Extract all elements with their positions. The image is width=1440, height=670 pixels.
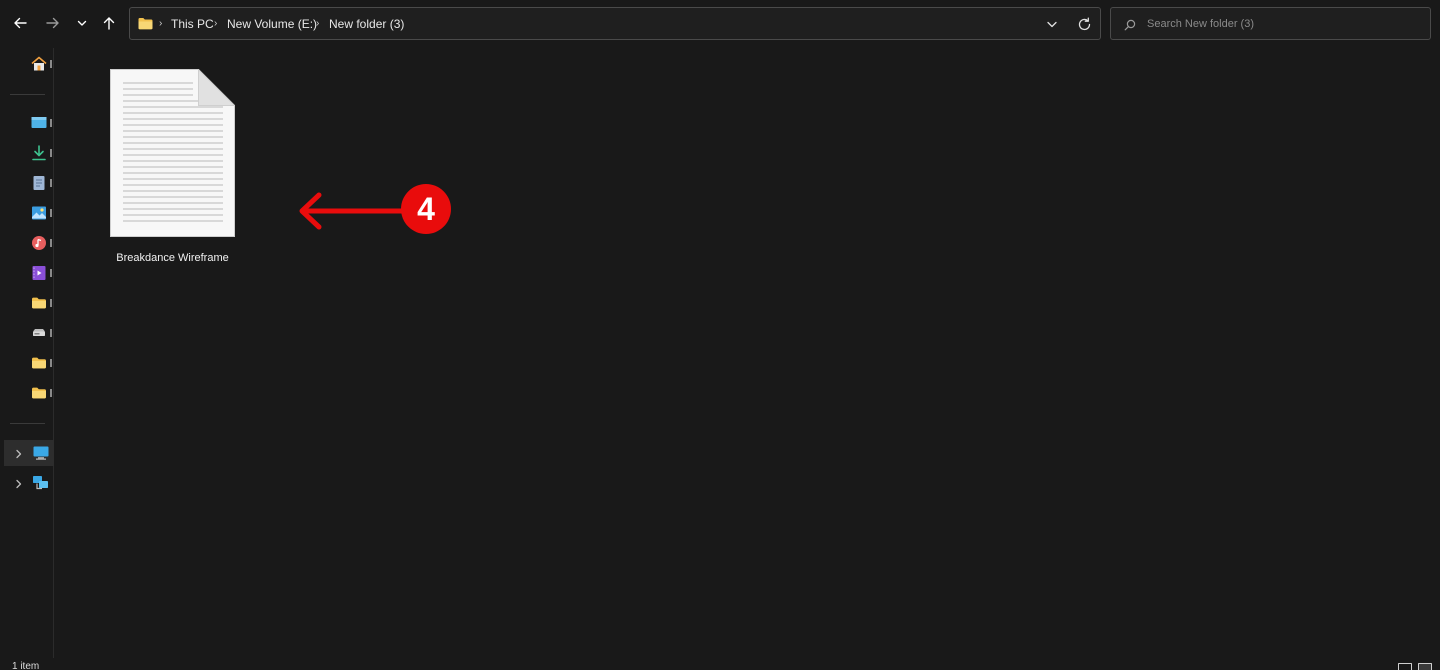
folder-icon [32,387,46,399]
refresh-button[interactable] [1075,15,1093,33]
breadcrumb-new-volume[interactable]: New Volume (E:) [227,17,317,31]
breadcrumb-separator: › [159,18,163,29]
search-icon [1124,18,1136,36]
arrow-left-icon [14,17,27,29]
pictures-icon [32,206,46,220]
address-history-button[interactable] [1044,16,1060,32]
search-input[interactable] [1147,16,1417,32]
sidebar-divider [10,94,45,95]
address-bar[interactable]: › This PC › New Volume (E:) › New folder… [129,7,1101,40]
expand-chevron-icon[interactable] [14,477,24,495]
file-name: Breakdance Wireframe [116,252,229,264]
title-toolbar: › This PC › New Volume (E:) › New folder… [0,0,1440,48]
sidebar-item-music[interactable] [30,233,52,253]
network-icon [32,475,50,496]
chevron-down-icon [1047,21,1057,28]
status-bar: 1 item [0,658,1440,670]
drive-icon [33,329,45,336]
sidebar-tree-this-pc[interactable] [4,440,54,466]
navigation-pane [0,48,54,670]
text-document-icon [110,69,235,237]
sidebar-item-folder[interactable] [30,293,52,313]
forward-button[interactable] [40,8,66,38]
sidebar-item-desktop[interactable] [30,113,52,133]
sidebar-item-pictures[interactable] [30,203,52,223]
sidebar-item-home[interactable] [30,54,52,74]
file-view: Breakdance Wireframe 4 [55,48,1440,658]
videos-icon [32,266,46,280]
refresh-icon [1078,17,1090,30]
sidebar-item-downloads[interactable] [30,143,52,163]
back-button[interactable] [7,8,33,38]
sidebar-item-folder[interactable] [30,353,52,373]
item-count: 1 item [12,661,40,670]
sidebar-item-folder[interactable] [30,383,52,403]
file-item[interactable]: Breakdance Wireframe [105,62,240,272]
home-icon [31,56,47,71]
sidebar-tree-network[interactable] [4,470,54,496]
step-badge: 4 [401,184,451,234]
breadcrumb-new-folder[interactable]: New folder (3) [329,17,404,31]
large-icons-view-button[interactable] [1418,663,1432,670]
arrow-right-icon [46,17,59,29]
music-icon [32,236,46,250]
folder-icon [32,357,46,369]
sidebar-divider [10,423,45,424]
this-pc-icon [32,445,50,466]
breadcrumb-separator: › [316,18,320,29]
arrow-up-icon [103,17,115,30]
sidebar-item-videos[interactable] [30,263,52,283]
sidebar-item-documents[interactable] [30,173,52,193]
folder-icon [138,17,153,35]
recent-locations-button[interactable] [69,8,95,38]
expand-chevron-icon[interactable] [14,447,24,465]
desktop-icon [31,117,47,128]
details-view-button[interactable] [1398,663,1412,670]
documents-icon [33,176,45,190]
search-box[interactable] [1110,7,1431,40]
up-button[interactable] [96,8,122,38]
chevron-down-icon [77,20,87,26]
downloads-icon [32,145,46,161]
folder-icon [32,297,46,309]
arrow-left-icon [299,192,405,230]
breadcrumb-this-pc[interactable]: This PC [171,17,214,31]
sidebar-item-drive[interactable] [30,323,52,343]
breadcrumb-separator: › [214,18,218,29]
